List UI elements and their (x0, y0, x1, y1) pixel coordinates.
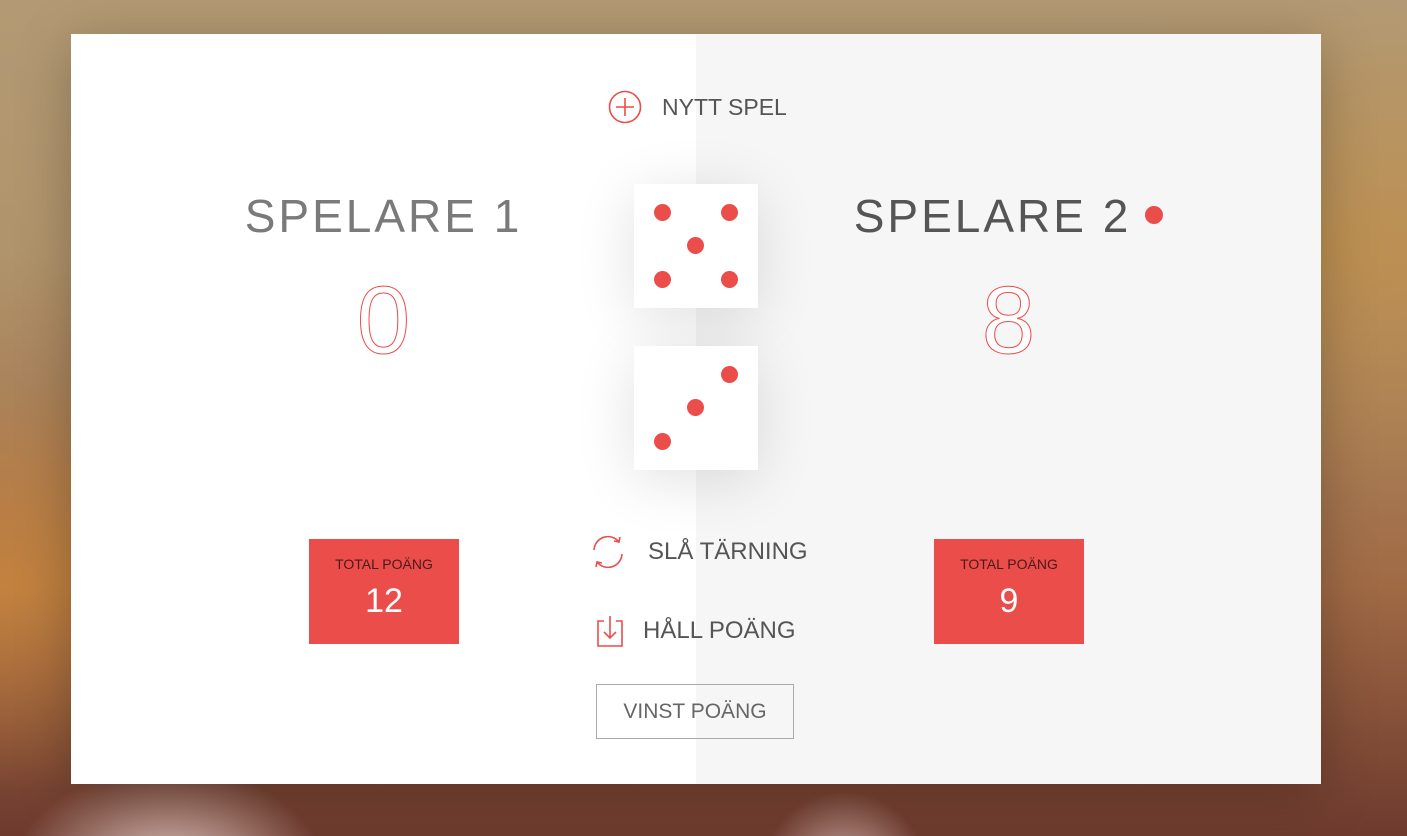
game-board: SPELARE 1 0 TOTAL POÄNG 12 SPELARE 2 8 T… (71, 34, 1321, 784)
player-2-total-label: TOTAL POÄNG (960, 556, 1058, 572)
new-game-label: NYTT SPEL (662, 93, 787, 120)
refresh-icon (593, 535, 623, 569)
roll-dice-label: SLÅ TÄRNING (648, 538, 808, 565)
download-icon (597, 616, 623, 647)
new-game-button[interactable]: NYTT SPEL (608, 87, 787, 127)
player-1-panel: SPELARE 1 0 TOTAL POÄNG 12 (71, 34, 696, 784)
player-2-current-score: 8 (981, 267, 1036, 375)
roll-dice-button[interactable]: SLÅ TÄRNING (588, 532, 808, 572)
winning-score-input[interactable] (596, 684, 794, 739)
dice-pip (721, 271, 738, 288)
dice-pip (687, 237, 704, 254)
player-2-total-box: TOTAL POÄNG 9 (934, 539, 1084, 644)
player-1-total-label: TOTAL POÄNG (335, 556, 433, 572)
player-1-current-score: 0 (356, 267, 411, 375)
hold-button[interactable]: HÅLL POÄNG (595, 614, 796, 648)
dice-pip (654, 271, 671, 288)
player-1-total-score: 12 (365, 582, 403, 620)
plus-circle-icon (608, 90, 642, 124)
dice-pip (721, 366, 738, 383)
player-1-total-box: TOTAL POÄNG 12 (309, 539, 459, 644)
dice-pip (654, 433, 671, 450)
dice-2 (634, 346, 758, 470)
active-player-indicator (1145, 205, 1164, 224)
dice-pip (687, 399, 704, 416)
hold-label: HÅLL POÄNG (643, 617, 796, 644)
player-1-name: SPELARE 1 (244, 190, 523, 242)
player-2-panel: SPELARE 2 8 TOTAL POÄNG 9 (696, 34, 1321, 784)
player-2-name-row: SPELARE 2 (696, 189, 1321, 243)
dice-pip (654, 204, 671, 221)
player-2-name: SPELARE 2 (853, 190, 1132, 242)
dice-1 (634, 184, 758, 308)
player-2-total-score: 9 (999, 582, 1019, 620)
dice-pip (721, 204, 738, 221)
